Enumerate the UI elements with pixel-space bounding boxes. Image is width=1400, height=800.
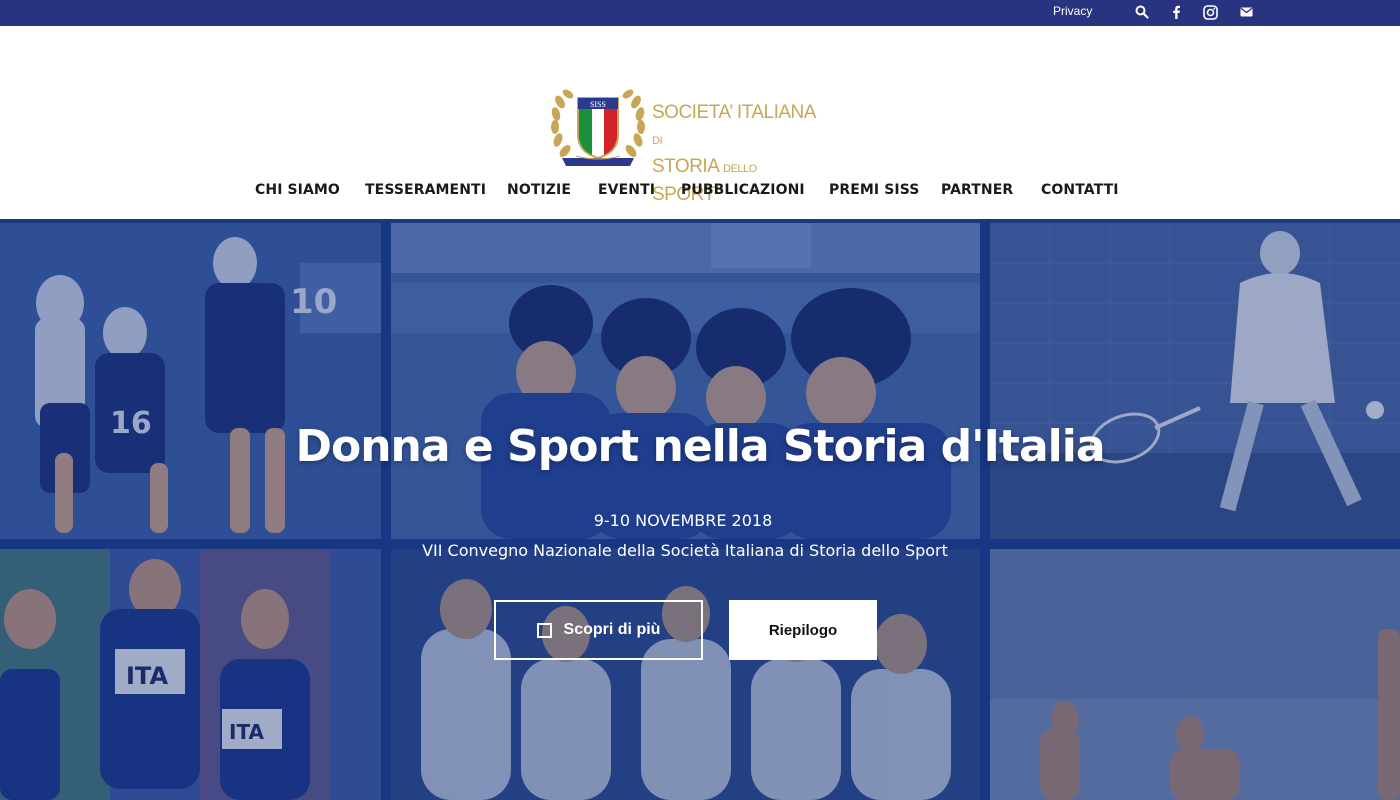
nav-item-contatti[interactable]: CONTATTI [1041,182,1119,198]
nav-item-premi-siss[interactable]: PREMI SISS [829,182,919,198]
nav-item-partner[interactable]: PARTNER [941,182,1013,198]
mail-icon[interactable] [1236,2,1256,22]
main-nav: CHI SIAMO TESSERAMENTI NOTIZIE EVENTI PU… [0,182,1400,206]
logo-line2-storia: STORIA [652,156,719,177]
hero-title: Donna e Sport nella Storia d'Italia [295,421,1105,472]
crest-label: SISS [590,100,606,109]
site-logo[interactable]: SISS SOCIETA’ ITALIANA DI STORIA DELLO S… [548,80,823,205]
siss-crest-icon: SISS [551,89,645,166]
nav-item-tesseramenti[interactable]: TESSERAMENTI [365,182,486,198]
discover-more-label: Scopri di più [563,621,661,638]
logo-line1: SOCIETA’ ITALIANA [652,102,815,123]
privacy-link[interactable]: Privacy [1053,4,1092,18]
nav-item-eventi[interactable]: EVENTI [598,182,655,198]
discover-more-button[interactable]: Scopri di più [494,600,703,660]
logo-line2-dello: DELLO [723,163,757,175]
facebook-icon[interactable] [1166,2,1186,22]
hero-banner: 10 16 ITA ITA Donna e Sport nella Storia… [0,219,1400,800]
top-bar: Privacy [0,0,1400,26]
instagram-icon[interactable] [1200,2,1220,22]
logo-line1-small: DI [652,135,663,147]
nav-item-pubblicazioni[interactable]: PUBBLICAZIONI [681,182,805,198]
hero-subtitle: VII Convegno Nazionale della Società Ita… [422,541,948,560]
nav-item-chi-siamo[interactable]: CHI SIAMO [255,182,340,198]
hero-overlay [0,219,1400,800]
search-icon[interactable] [1132,2,1152,22]
square-icon [536,622,552,638]
summary-button[interactable]: Riepilogo [729,600,877,660]
nav-item-notizie[interactable]: NOTIZIE [507,182,571,198]
summary-label: Riepilogo [768,621,838,639]
hero-date: 9-10 NOVEMBRE 2018 [593,511,773,530]
